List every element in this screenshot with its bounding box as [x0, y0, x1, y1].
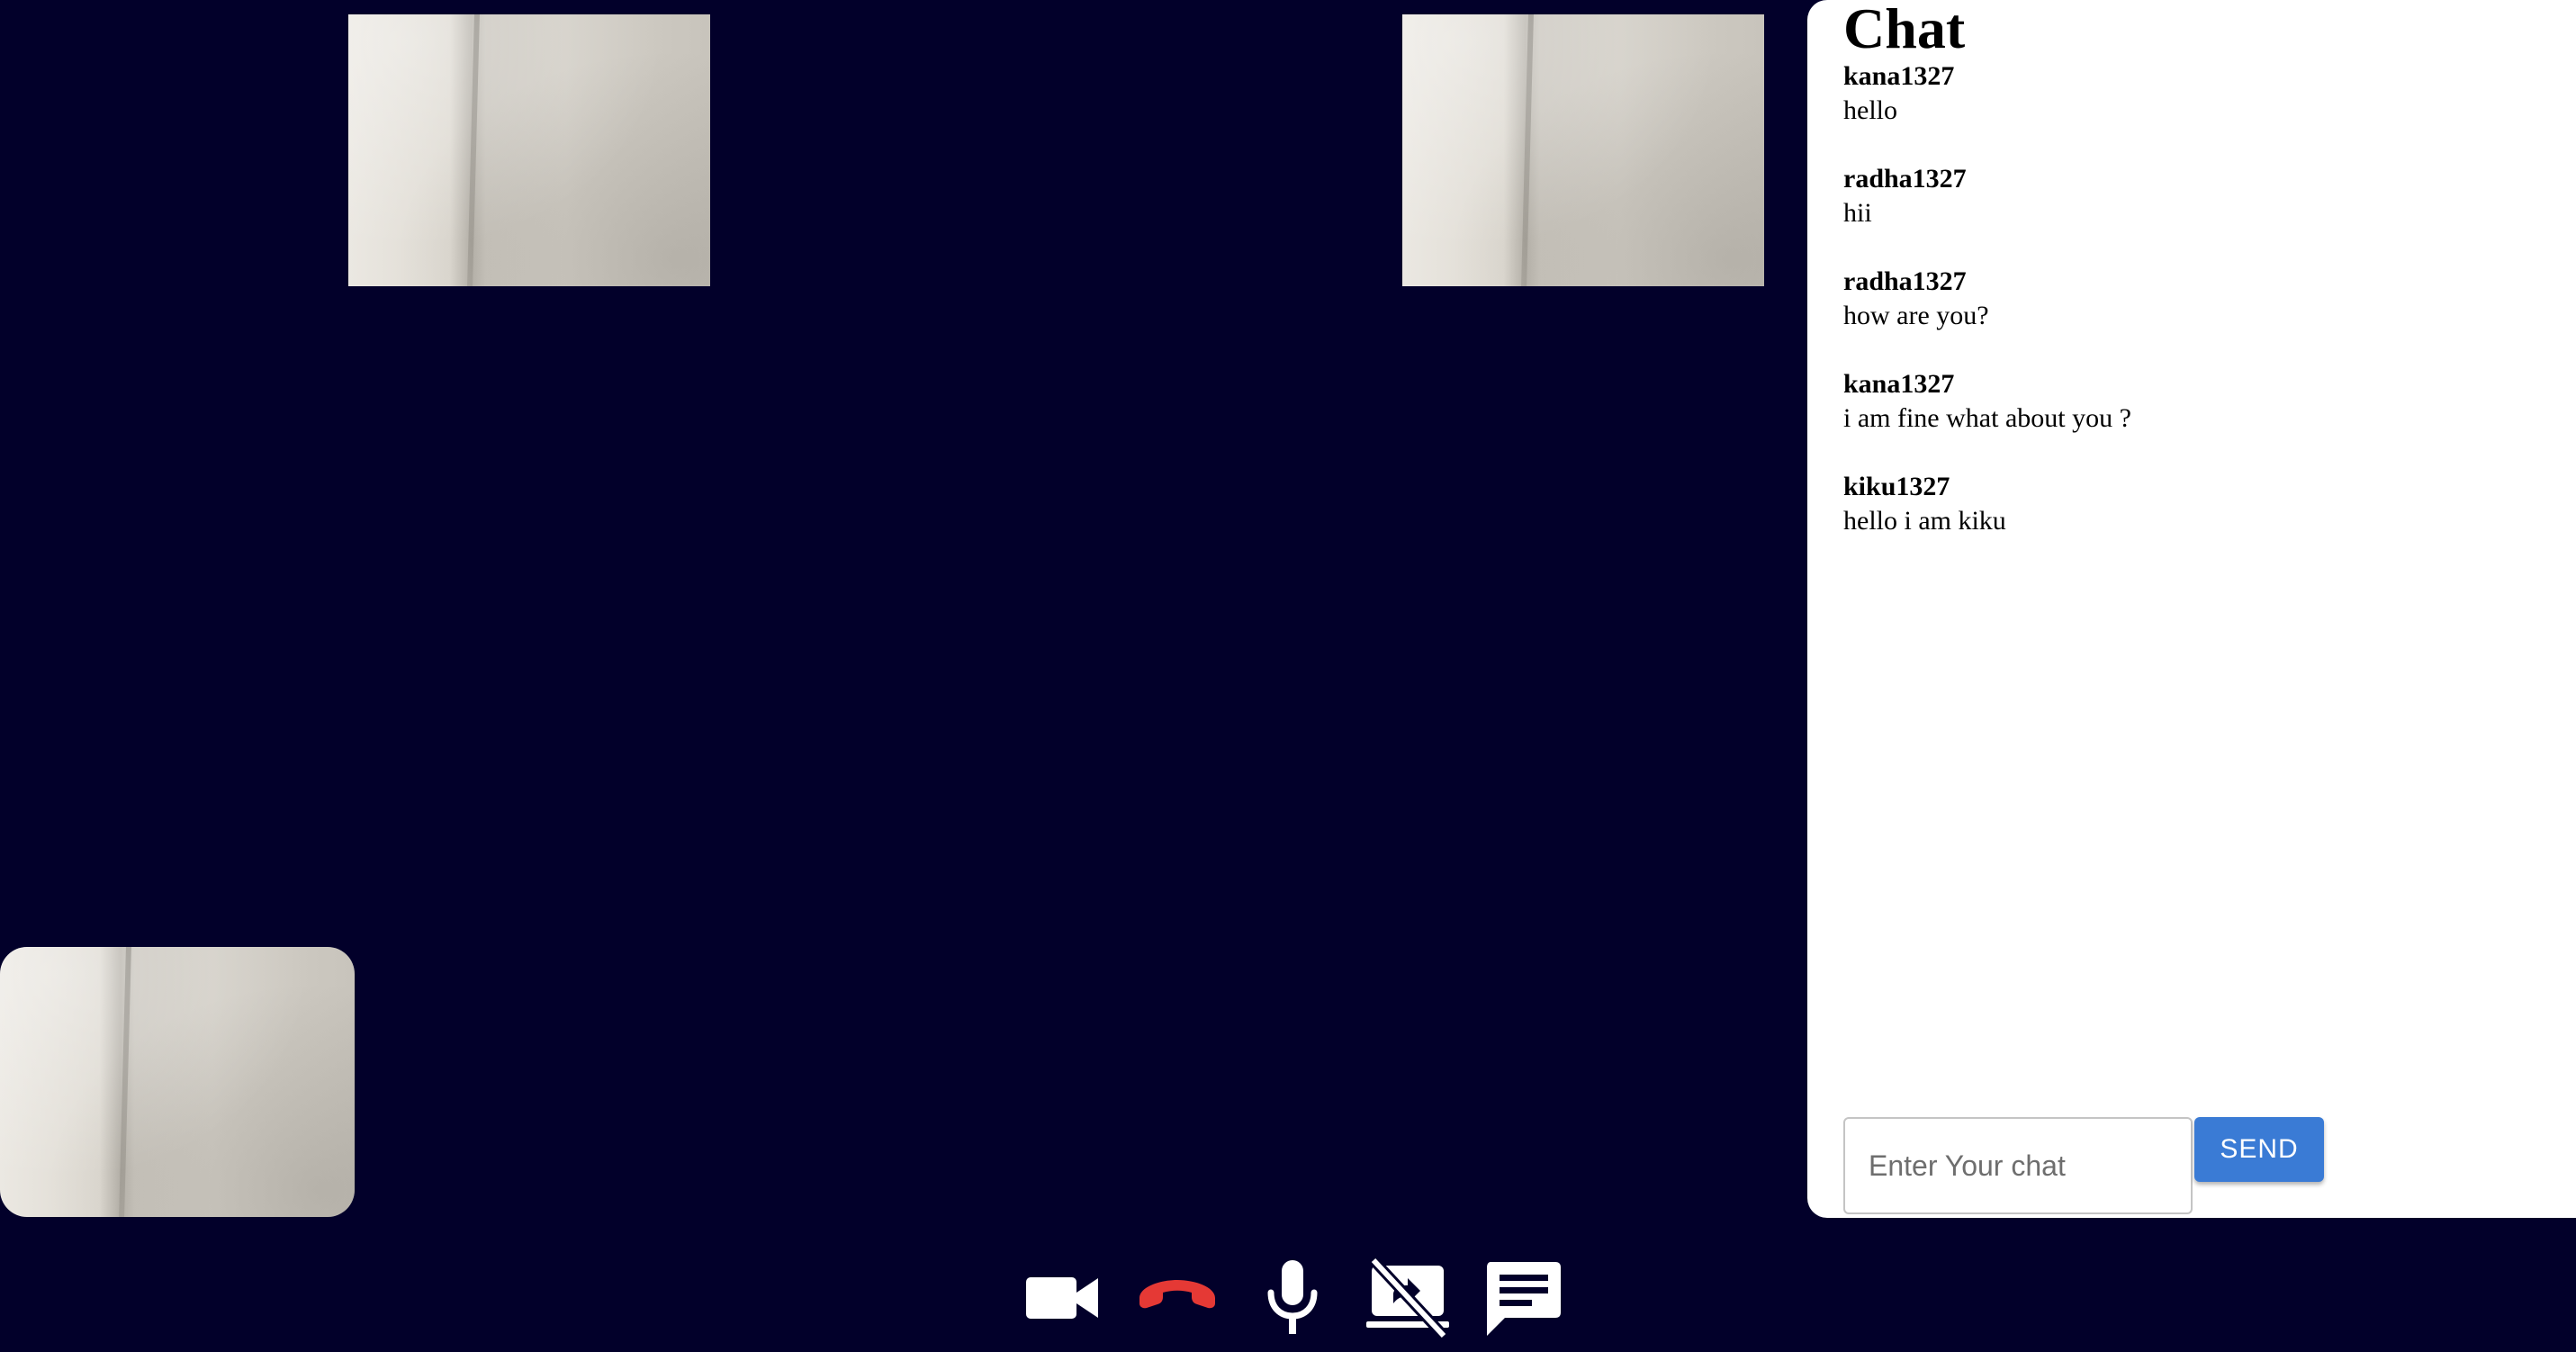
- message-list: kana1327 hello radha1327 hii radha1327 h…: [1843, 59, 2545, 572]
- end-call-icon[interactable]: [1132, 1253, 1222, 1343]
- message-text: i am fine what about you ?: [1843, 403, 2131, 433]
- chat-panel: Chat kana1327 hello radha1327 hii radha1…: [1807, 0, 2576, 1218]
- chat-message: kana1327 hello: [1843, 59, 2545, 128]
- message-username: kiku1327: [1843, 472, 1950, 501]
- screen-share-off-icon[interactable]: [1363, 1253, 1453, 1343]
- message-text: hello i am kiku: [1843, 506, 2006, 536]
- message-text: how are you?: [1843, 301, 1989, 330]
- message-username: kana1327: [1843, 61, 1955, 91]
- video-call-screen: Chat kana1327 hello radha1327 hii radha1…: [0, 0, 2576, 1352]
- chat-title: Chat: [1843, 0, 1966, 60]
- send-button[interactable]: SEND: [2194, 1117, 2324, 1182]
- call-controls-bar: [1017, 1253, 1575, 1343]
- video-camera-icon[interactable]: [1017, 1253, 1107, 1343]
- chat-message: radha1327 how are you?: [1843, 265, 2545, 333]
- message-username: radha1327: [1843, 164, 1967, 194]
- chat-message: kana1327 i am fine what about you ?: [1843, 367, 2545, 436]
- chat-message: radha1327 hii: [1843, 162, 2545, 230]
- chat-message: kiku1327 hello i am kiku: [1843, 470, 2545, 538]
- chat-input[interactable]: [1843, 1117, 2193, 1214]
- microphone-icon[interactable]: [1247, 1253, 1338, 1343]
- message-text: hii: [1843, 198, 1872, 228]
- message-text: hello: [1843, 95, 1897, 125]
- message-username: kana1327: [1843, 369, 1955, 399]
- remote-video-tile: [348, 14, 710, 286]
- message-username: radha1327: [1843, 266, 1967, 296]
- chat-icon[interactable]: [1478, 1253, 1568, 1343]
- self-video-tile: [0, 947, 355, 1217]
- remote-video-tile: [1402, 14, 1764, 286]
